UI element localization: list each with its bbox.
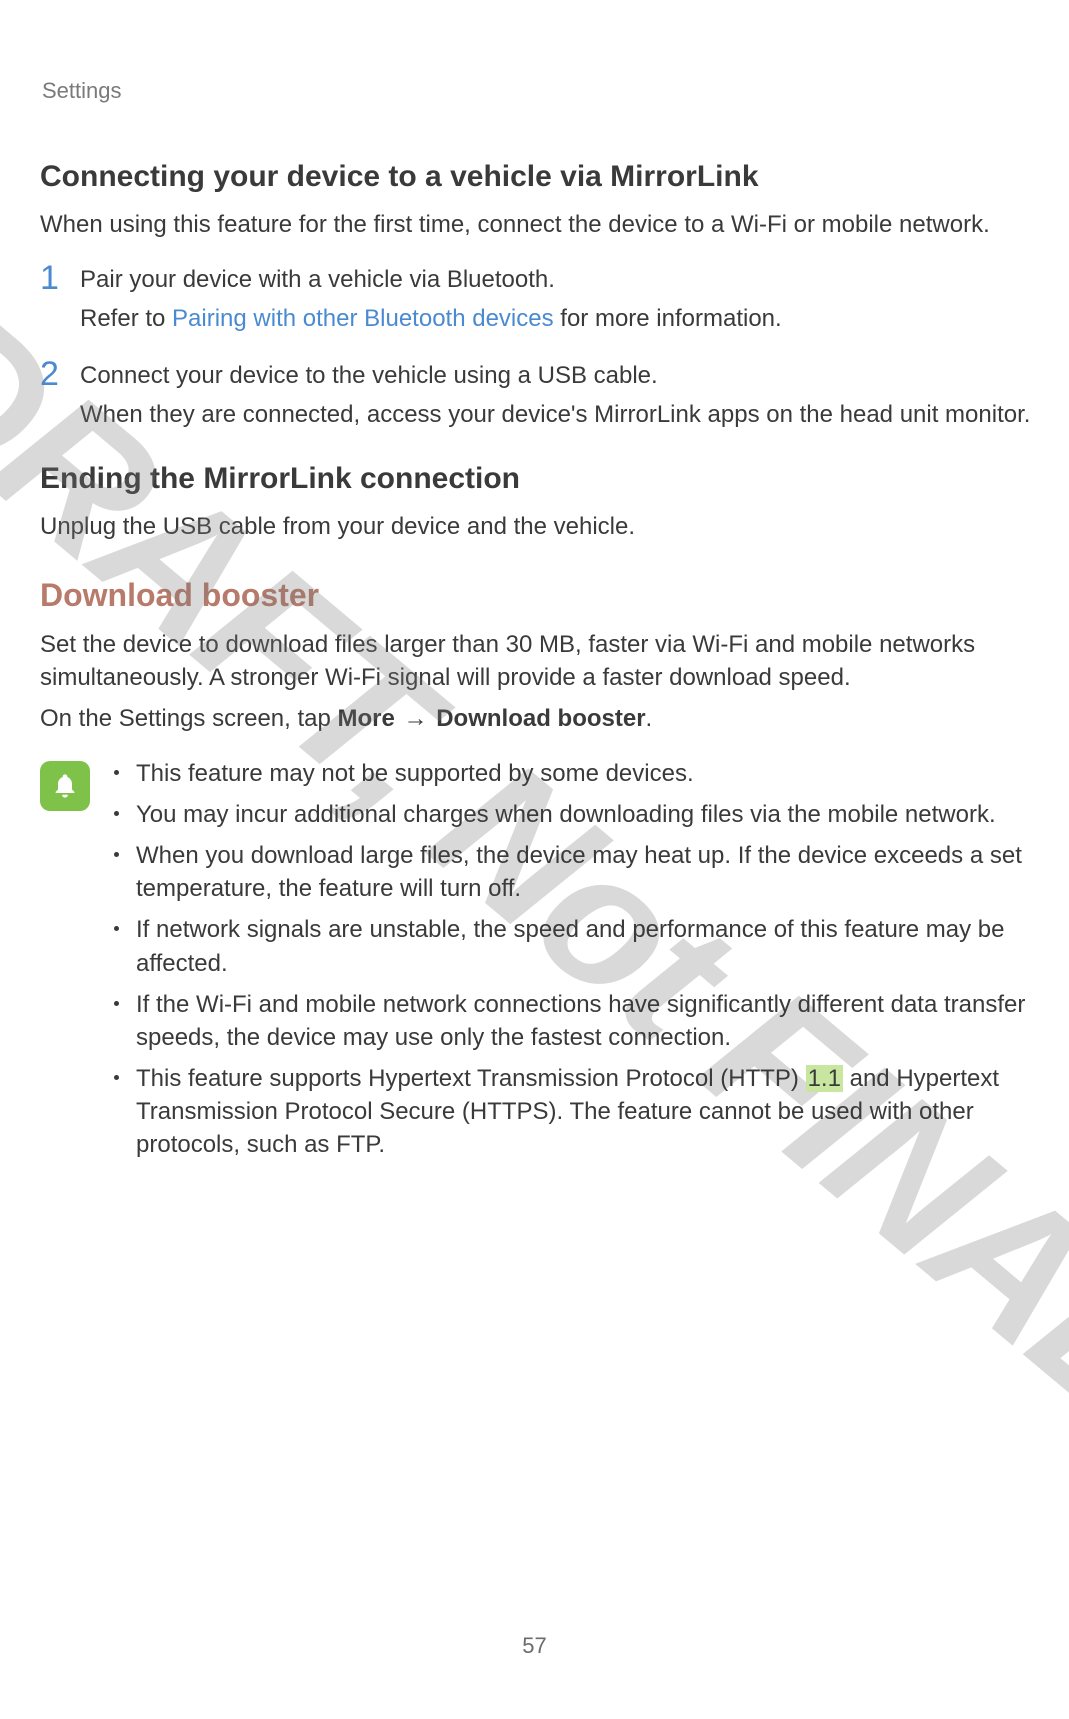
note-block: This feature may not be supported by som… xyxy=(40,757,1035,1169)
body-text: Unplug the USB cable from your device an… xyxy=(40,510,1035,543)
step-body: Pair your device with a vehicle via Blue… xyxy=(80,263,1035,335)
list-item: If the Wi-Fi and mobile network connecti… xyxy=(108,988,1035,1054)
path-download-booster: Download booster xyxy=(436,705,645,732)
step-number: 2 xyxy=(40,357,64,391)
list-item: This feature may not be supported by som… xyxy=(108,757,1035,790)
note-list: This feature may not be supported by som… xyxy=(108,757,1035,1169)
list-item: This feature supports Hypertext Transmis… xyxy=(108,1062,1035,1161)
heading-download-booster: Download booster xyxy=(40,577,1035,614)
body-text: Set the device to download files larger … xyxy=(40,628,1035,694)
steps-list: 1 Pair your device with a vehicle via Bl… xyxy=(40,263,1035,431)
heading-connecting: Connecting your device to a vehicle via … xyxy=(40,160,1035,194)
breadcrumb: Settings xyxy=(42,78,1035,104)
text: for more information. xyxy=(554,305,782,332)
step-line: Connect your device to the vehicle using… xyxy=(80,359,1035,392)
text: This feature supports Hypertext Transmis… xyxy=(136,1065,806,1092)
text: Refer to xyxy=(80,305,172,332)
list-item: You may incur additional charges when do… xyxy=(108,798,1035,831)
step-body: Connect your device to the vehicle using… xyxy=(80,359,1035,431)
step-line: Refer to Pairing with other Bluetooth de… xyxy=(80,302,1035,335)
highlight: 1.1 xyxy=(806,1065,843,1092)
path-more: More xyxy=(338,705,395,732)
list-item: When you download large files, the devic… xyxy=(108,839,1035,905)
page: DRAFT, Not FINAL Settings Connecting you… xyxy=(0,0,1069,1719)
text: On the Settings screen, tap xyxy=(40,705,338,732)
intro-text: When using this feature for the first ti… xyxy=(40,208,1035,241)
body-text-path: On the Settings screen, tap More → Downl… xyxy=(40,702,1035,735)
step-line: Pair your device with a vehicle via Blue… xyxy=(80,263,1035,296)
heading-ending: Ending the MirrorLink connection xyxy=(40,462,1035,496)
step-2: 2 Connect your device to the vehicle usi… xyxy=(40,359,1035,431)
link-pairing-bluetooth[interactable]: Pairing with other Bluetooth devices xyxy=(172,305,554,332)
arrow-icon: → xyxy=(404,702,428,735)
bell-icon xyxy=(40,761,90,811)
page-number: 57 xyxy=(0,1633,1069,1659)
list-item: If network signals are unstable, the spe… xyxy=(108,913,1035,979)
step-number: 1 xyxy=(40,261,64,295)
text: . xyxy=(646,705,653,732)
step-line: When they are connected, access your dev… xyxy=(80,398,1035,431)
step-1: 1 Pair your device with a vehicle via Bl… xyxy=(40,263,1035,335)
